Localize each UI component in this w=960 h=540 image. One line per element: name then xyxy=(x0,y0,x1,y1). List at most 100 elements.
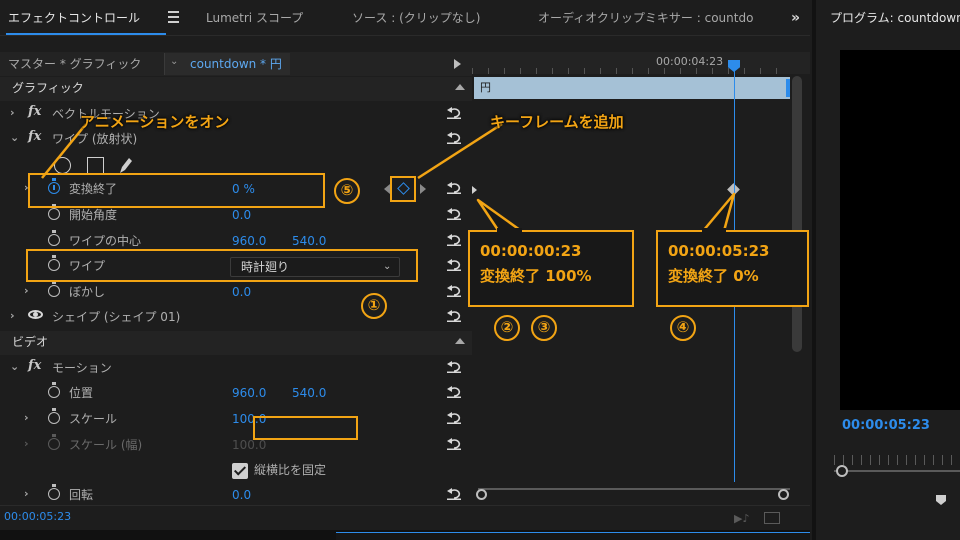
stopwatch-icon[interactable] xyxy=(48,230,60,246)
collapse-icon[interactable] xyxy=(455,338,465,344)
step-number-3: ③ xyxy=(531,315,557,341)
effect-row-radial-wipe[interactable]: ⌄ fx ワイプ (放射状) xyxy=(0,127,472,152)
keyframe-start-icon[interactable] xyxy=(472,186,477,194)
reset-icon[interactable] xyxy=(447,385,461,398)
tab-effect-controls[interactable]: エフェクトコントロール xyxy=(8,0,140,36)
scale-label: スケール xyxy=(69,412,118,426)
sequence-clip-label[interactable]: countdown * 円 xyxy=(190,52,282,76)
panel-menu-icon[interactable] xyxy=(168,11,179,26)
prop-row-scale-width[interactable]: › スケール (幅) 100.0 xyxy=(0,433,472,458)
program-video-frame xyxy=(840,50,960,410)
expand-icon[interactable]: › xyxy=(10,106,15,119)
fx-icon[interactable]: fx xyxy=(28,104,41,119)
position-label: 位置 xyxy=(69,386,94,400)
source-clip-label[interactable]: マスター * グラフィック xyxy=(8,52,141,76)
fx-icon[interactable]: fx xyxy=(28,129,41,144)
timeline-ruler[interactable]: 00:00:04:23 xyxy=(472,52,810,74)
reset-icon[interactable] xyxy=(447,284,461,297)
stopwatch-icon[interactable] xyxy=(48,484,60,500)
tab-audio-clip-mixer[interactable]: オーディオクリップミキサー : countdo xyxy=(538,0,753,36)
current-timecode[interactable]: 00:00:05:23 xyxy=(4,510,71,523)
expand-icon[interactable]: › xyxy=(10,309,15,322)
callout-keyframe-start-time: 00:00:00:23 xyxy=(480,242,582,260)
program-timecode[interactable]: 00:00:05:23 xyxy=(842,418,930,433)
reset-icon[interactable] xyxy=(447,233,461,246)
reset-icon[interactable] xyxy=(447,411,461,424)
next-keyframe-icon[interactable] xyxy=(420,184,426,194)
effect-row-vector-motion[interactable]: › fx ベクトルモーション xyxy=(0,102,472,127)
prop-row-uniform-scale[interactable]: 縦横比を固定 xyxy=(0,458,472,483)
step-number-1: ① xyxy=(361,293,387,319)
effect-row-shape[interactable]: › シェイプ (シェイプ 01) xyxy=(0,305,472,330)
stopwatch-icon[interactable] xyxy=(48,382,60,398)
collapse-icon[interactable]: ⌄ xyxy=(10,360,19,373)
stopwatch-icon[interactable] xyxy=(48,204,60,220)
expand-icon[interactable]: › xyxy=(24,487,29,500)
section-video[interactable]: ビデオ xyxy=(0,331,472,355)
stopwatch-icon[interactable] xyxy=(48,408,60,424)
rectangle-mask-icon[interactable] xyxy=(87,157,104,174)
clip-end-handle[interactable] xyxy=(786,79,790,97)
reset-icon[interactable] xyxy=(447,309,461,322)
feather-value[interactable]: 0.0 xyxy=(232,280,251,304)
eye-icon[interactable] xyxy=(28,310,43,319)
highlight-keyframe-button xyxy=(390,176,416,202)
section-graphics[interactable]: グラフィック xyxy=(0,77,472,101)
chevron-down-icon[interactable]: ⌄ xyxy=(170,56,178,67)
step-number-5: ⑤ xyxy=(334,178,360,204)
program-zoom-bar[interactable] xyxy=(834,470,960,472)
reset-icon[interactable] xyxy=(447,207,461,220)
effect-row-motion[interactable]: ⌄ fx モーション xyxy=(0,356,472,381)
section-video-label: ビデオ xyxy=(12,335,49,349)
reset-icon[interactable] xyxy=(447,437,461,450)
show-timeline-toggle-icon[interactable] xyxy=(454,59,461,69)
section-graphics-label: グラフィック xyxy=(12,81,84,95)
reset-icon[interactable] xyxy=(447,106,461,119)
more-tabs-icon[interactable]: » xyxy=(791,0,800,36)
export-icon[interactable] xyxy=(764,512,780,524)
reset-icon[interactable] xyxy=(447,360,461,373)
stopwatch-icon xyxy=(48,434,60,450)
play-audio-icon[interactable]: ▶♪ xyxy=(734,512,749,525)
pen-mask-icon[interactable] xyxy=(116,155,134,175)
highlight-wipe-row xyxy=(26,249,418,282)
rotation-value[interactable]: 0.0 xyxy=(232,483,251,507)
prop-row-position[interactable]: 位置 960.0 540.0 xyxy=(0,381,472,406)
uniform-scale-checkbox[interactable] xyxy=(232,463,248,479)
expand-icon[interactable]: › xyxy=(24,411,29,424)
collapse-icon[interactable]: ⌄ xyxy=(10,131,19,144)
annotation-add-keyframe: キーフレームを追加 xyxy=(490,113,624,131)
position-x[interactable]: 960.0 xyxy=(232,381,266,405)
program-monitor-panel: プログラム: countdown 00:00:05:23 xyxy=(812,0,960,540)
program-zoom-handle[interactable] xyxy=(836,465,848,477)
tab-lumetri-scopes[interactable]: Lumetri スコープ xyxy=(206,0,303,36)
effect-controls-header: マスター * グラフィック ⌄ countdown * 円 xyxy=(0,52,472,76)
effect-controls-footer: 00:00:05:23 ▶♪ xyxy=(0,505,810,529)
reset-icon[interactable] xyxy=(447,487,461,500)
reset-icon[interactable] xyxy=(447,181,461,194)
expand-icon[interactable]: › xyxy=(24,284,29,297)
add-marker-icon[interactable] xyxy=(936,495,946,505)
tab-source[interactable]: ソース : (クリップなし) xyxy=(352,0,480,36)
callout-keyframe-end-value: 変換終了 0% xyxy=(668,267,759,285)
callout-keyframe-start: 00:00:00:23 変換終了 100% xyxy=(468,230,634,307)
timeline-clip[interactable]: 円 xyxy=(474,77,790,99)
vertical-scrollbar[interactable] xyxy=(792,76,802,352)
reset-icon[interactable] xyxy=(447,258,461,271)
position-y[interactable]: 540.0 xyxy=(292,381,326,405)
active-tab-underline xyxy=(6,33,166,35)
prop-row-scale[interactable]: › スケール 100.0 xyxy=(0,407,472,432)
horizontal-zoom-bar[interactable] xyxy=(478,488,790,500)
program-time-ruler[interactable] xyxy=(834,455,960,465)
expand-icon[interactable]: › xyxy=(24,437,29,450)
zoom-handle-right[interactable] xyxy=(778,489,789,500)
stopwatch-icon[interactable] xyxy=(48,281,60,297)
callout-keyframe-end-time: 00:00:05:23 xyxy=(668,242,770,260)
reset-icon[interactable] xyxy=(447,131,461,144)
prop-row-feather[interactable]: › ぼかし 0.0 xyxy=(0,280,472,305)
ellipse-mask-icon[interactable] xyxy=(54,157,71,174)
program-title[interactable]: プログラム: countdown xyxy=(830,0,960,36)
collapse-icon[interactable] xyxy=(455,84,465,90)
zoom-handle-left[interactable] xyxy=(476,489,487,500)
fx-icon[interactable]: fx xyxy=(28,358,41,373)
